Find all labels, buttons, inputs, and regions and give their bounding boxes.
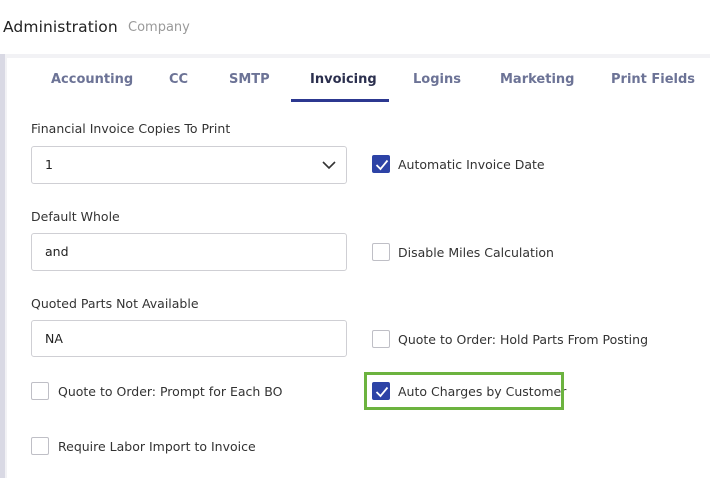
- whole-label: Default Whole: [31, 209, 120, 224]
- quoted-field[interactable]: NA: [31, 320, 347, 357]
- settings-panel: Accounting CC SMTP Invoicing Logins Mark…: [7, 58, 710, 478]
- copies-value: 1: [45, 157, 53, 172]
- tab-cc[interactable]: CC: [169, 72, 188, 87]
- whole-field[interactable]: and: [31, 233, 347, 271]
- tab-smtp[interactable]: SMTP: [229, 72, 270, 87]
- left-border: [0, 54, 5, 478]
- tab-logins[interactable]: Logins: [413, 72, 461, 87]
- tab-invoicing[interactable]: Invoicing: [310, 72, 377, 87]
- labor-import-checkbox[interactable]: [31, 437, 49, 455]
- hold-parts-checkbox[interactable]: [372, 330, 390, 348]
- automatic-invoice-date-label: Automatic Invoice Date: [398, 157, 545, 172]
- quoted-value: NA: [45, 331, 63, 346]
- prompt-each-bo-checkbox[interactable]: [31, 382, 49, 400]
- tab-print-fields[interactable]: Print Fields: [611, 72, 695, 87]
- prompt-each-bo-label: Quote to Order: Prompt for Each BO: [58, 384, 283, 399]
- breadcrumb-company[interactable]: Company: [128, 20, 190, 35]
- quoted-label: Quoted Parts Not Available: [31, 296, 199, 311]
- highlight-box: [364, 372, 564, 410]
- page-header: Administration Company: [0, 0, 710, 54]
- active-tab-indicator: [291, 99, 389, 102]
- checkmark-icon: [375, 159, 389, 171]
- hold-parts-label: Quote to Order: Hold Parts From Posting: [398, 332, 648, 347]
- whole-value: and: [45, 244, 69, 259]
- tab-accounting[interactable]: Accounting: [51, 72, 133, 87]
- disable-miles-checkbox[interactable]: [372, 243, 390, 261]
- tab-bar: Accounting CC SMTP Invoicing Logins Mark…: [7, 58, 710, 102]
- disable-miles-label: Disable Miles Calculation: [398, 245, 554, 260]
- page-title: Administration: [3, 18, 118, 36]
- copies-select[interactable]: 1: [31, 146, 347, 184]
- copies-label: Financial Invoice Copies To Print: [31, 121, 231, 136]
- automatic-invoice-date-checkbox[interactable]: [372, 155, 390, 173]
- chevron-down-icon: [322, 161, 336, 170]
- labor-import-label: Require Labor Import to Invoice: [58, 439, 256, 454]
- tab-marketing[interactable]: Marketing: [500, 72, 574, 87]
